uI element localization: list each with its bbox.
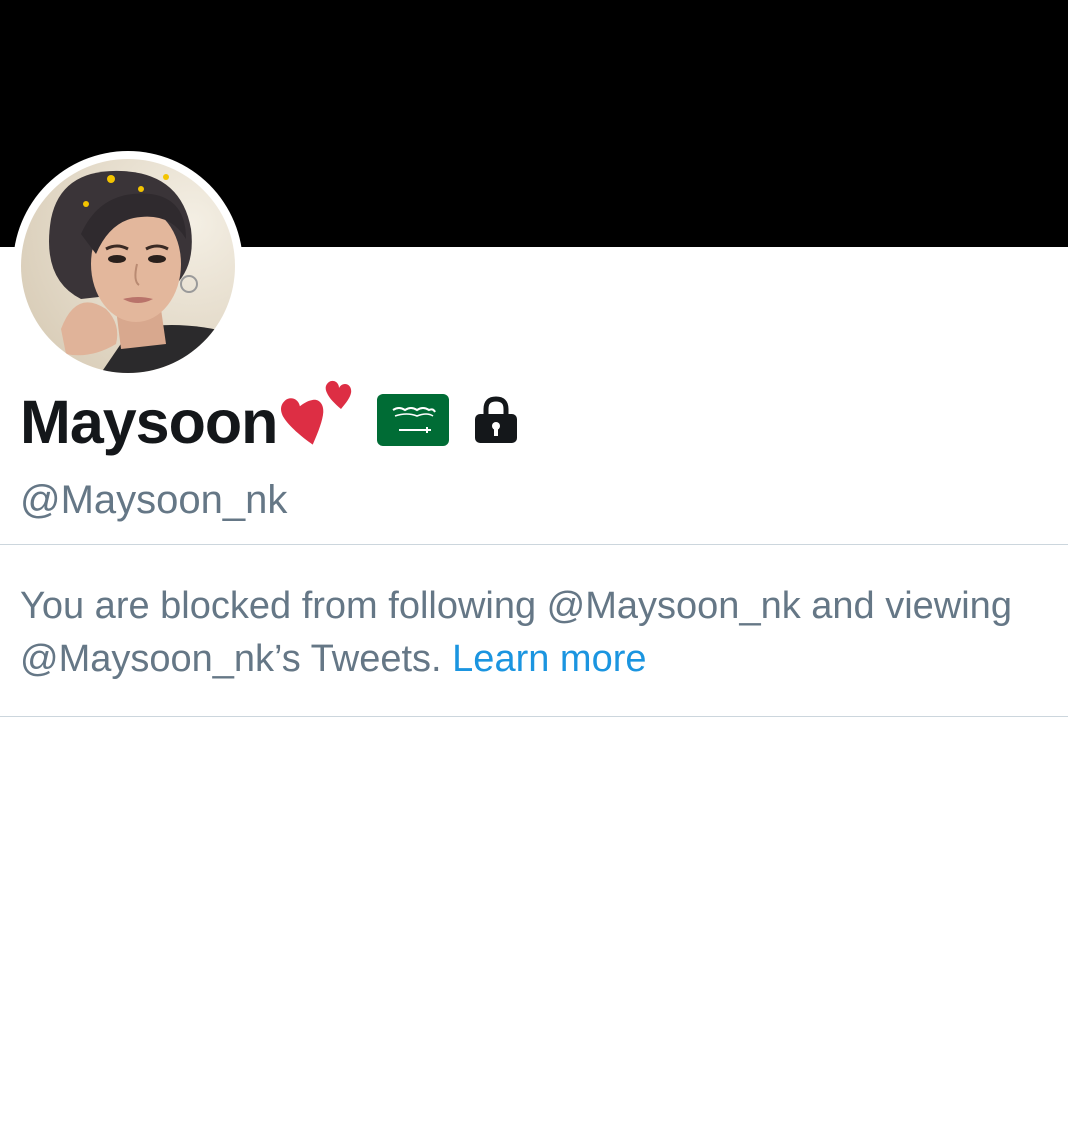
avatar[interactable] bbox=[21, 159, 235, 373]
two-hearts-icon bbox=[279, 380, 357, 457]
divider bbox=[0, 544, 1068, 545]
profile-page: Maysoon @Maysoon_nk You are blocked from… bbox=[0, 0, 1068, 1138]
learn-more-link[interactable]: Learn more bbox=[452, 638, 646, 680]
lock-icon bbox=[471, 395, 521, 450]
blocked-notice: You are blocked from following @Maysoon_… bbox=[20, 580, 1040, 686]
saudi-flag-icon bbox=[377, 393, 450, 451]
display-name: Maysoon bbox=[20, 388, 278, 456]
divider bbox=[0, 716, 1068, 717]
avatar-photo bbox=[21, 159, 235, 373]
avatar-ring bbox=[13, 151, 243, 381]
display-name-row: Maysoon bbox=[20, 380, 521, 462]
profile-handle: @Maysoon_nk bbox=[20, 478, 288, 522]
